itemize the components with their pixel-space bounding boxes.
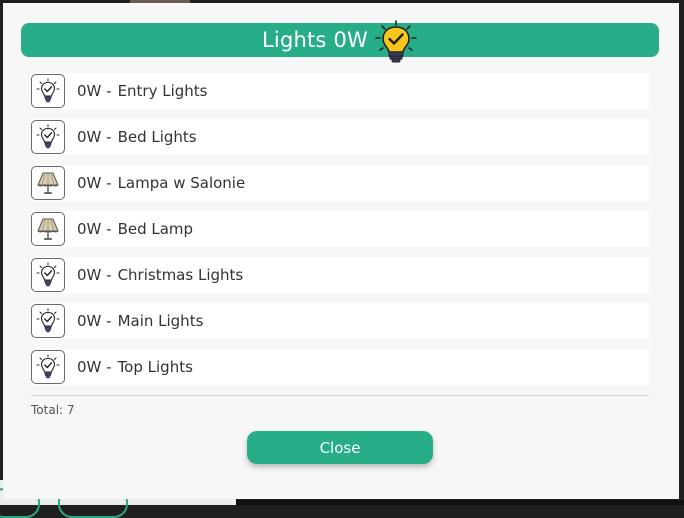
bulb-icon bbox=[31, 350, 65, 384]
close-button[interactable]: Close bbox=[247, 431, 433, 464]
lightbulb-check-icon bbox=[375, 20, 417, 63]
list-item-entry-lights[interactable]: 0W - Entry Lights bbox=[31, 73, 649, 109]
bulb-icon bbox=[31, 258, 65, 292]
list-item-main-lights[interactable]: 0W - Main Lights bbox=[31, 303, 649, 339]
item-label: 0W - Top Lights bbox=[77, 358, 193, 376]
list-item-christmas-lights[interactable]: 0W - Christmas Lights bbox=[31, 257, 649, 293]
lamp-icon bbox=[31, 166, 65, 200]
lights-list: 0W - Entry Lights 0W - Bed Lights 0W - L… bbox=[31, 73, 649, 395]
item-label: 0W - Christmas Lights bbox=[77, 266, 244, 284]
bulb-icon bbox=[31, 74, 65, 108]
dialog-title: Lights 0W bbox=[262, 28, 368, 52]
lamp-icon bbox=[31, 212, 65, 246]
item-label: 0W - Entry Lights bbox=[77, 82, 208, 100]
item-label: 0W - Bed Lamp bbox=[77, 220, 194, 238]
item-label: 0W - Bed Lights bbox=[77, 128, 197, 146]
bulb-icon bbox=[31, 120, 65, 154]
background-dark-area bbox=[236, 500, 684, 505]
list-item-bed-lamp[interactable]: 0W - Bed Lamp bbox=[31, 211, 649, 247]
divider bbox=[31, 395, 649, 396]
total-count: Total: 7 bbox=[31, 403, 75, 417]
bulb-icon bbox=[31, 304, 65, 338]
item-label: 0W - Lampa w Salonie bbox=[77, 174, 246, 192]
list-item-top-lights[interactable]: 0W - Top Lights bbox=[31, 349, 649, 385]
lights-dialog: Lights 0W 0W - Entry Lights 0W - Bed Lig… bbox=[3, 3, 679, 499]
item-label: 0W - Main Lights bbox=[77, 312, 204, 330]
list-item-bed-lights[interactable]: 0W - Bed Lights bbox=[31, 119, 649, 155]
list-item-lampa-w-salonie[interactable]: 0W - Lampa w Salonie bbox=[31, 165, 649, 201]
dialog-header: Lights 0W bbox=[21, 20, 659, 63]
